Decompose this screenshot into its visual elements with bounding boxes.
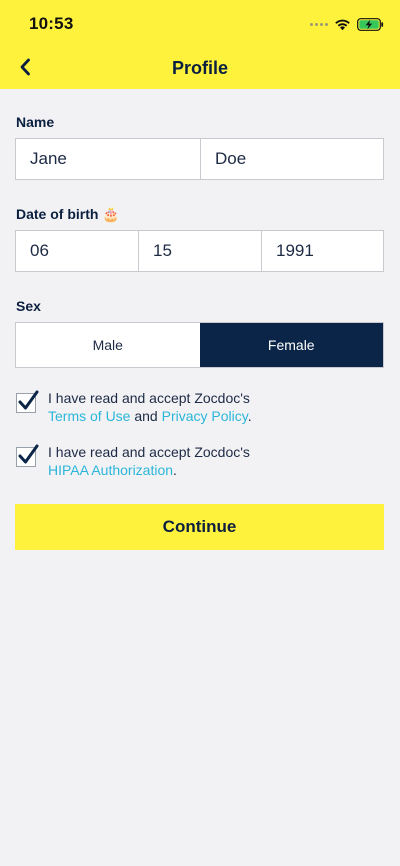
hipaa-agreement-text: I have read and accept Zocdoc's HIPAA Au… xyxy=(48,443,250,479)
first-name-field[interactable] xyxy=(16,139,201,179)
dob-label: Date of birth 🎂 xyxy=(16,206,120,223)
battery-charging-icon xyxy=(357,17,384,31)
last-name-input[interactable] xyxy=(215,149,383,169)
dob-label-text: Date of birth xyxy=(16,206,99,222)
status-icons xyxy=(310,15,384,33)
terms-agreement: I have read and accept Zocdoc's Terms of… xyxy=(16,389,376,425)
terms-checkbox[interactable] xyxy=(16,390,39,413)
sex-selector: Male Female xyxy=(15,322,384,368)
hipaa-agreement: I have read and accept Zocdoc's HIPAA Au… xyxy=(16,443,376,479)
dob-input-row xyxy=(15,230,384,272)
dob-month-input[interactable] xyxy=(30,241,138,261)
hipaa-checkbox[interactable] xyxy=(16,444,39,467)
terms-prefix: I have read and accept Zocdoc's xyxy=(48,390,250,406)
name-input-row xyxy=(15,138,384,180)
first-name-input[interactable] xyxy=(30,149,200,169)
sex-option-female[interactable]: Female xyxy=(199,323,383,367)
header: 10:53 Profile xyxy=(0,0,400,89)
sex-option-male[interactable]: Male xyxy=(16,323,200,367)
dob-day-input[interactable] xyxy=(153,241,261,261)
dob-year-field[interactable] xyxy=(262,231,383,271)
checkmark-icon xyxy=(18,390,39,410)
hipaa-prefix: I have read and accept Zocdoc's xyxy=(48,444,250,460)
terms-period: . xyxy=(247,408,252,424)
hipaa-authorization-link[interactable]: HIPAA Authorization xyxy=(48,462,173,478)
last-name-field[interactable] xyxy=(201,139,383,179)
checkmark-icon xyxy=(18,444,39,464)
page-title: Profile xyxy=(171,58,228,78)
terms-and: and xyxy=(134,408,158,424)
status-time: 10:53 xyxy=(29,14,74,33)
birthday-cake-icon: 🎂 xyxy=(102,206,120,222)
wifi-icon xyxy=(335,19,350,30)
sex-label: Sex xyxy=(16,298,41,314)
continue-button[interactable]: Continue xyxy=(15,504,384,550)
dob-day-field[interactable] xyxy=(139,231,262,271)
name-label: Name xyxy=(16,114,55,130)
dob-month-field[interactable] xyxy=(16,231,139,271)
terms-of-use-link[interactable]: Terms of Use xyxy=(48,408,130,424)
cellular-signal-icon xyxy=(310,22,328,26)
dob-year-input[interactable] xyxy=(276,241,383,261)
hipaa-period: . xyxy=(173,462,177,478)
privacy-policy-link[interactable]: Privacy Policy xyxy=(162,408,248,424)
terms-agreement-text: I have read and accept Zocdoc's Terms of… xyxy=(48,389,252,425)
